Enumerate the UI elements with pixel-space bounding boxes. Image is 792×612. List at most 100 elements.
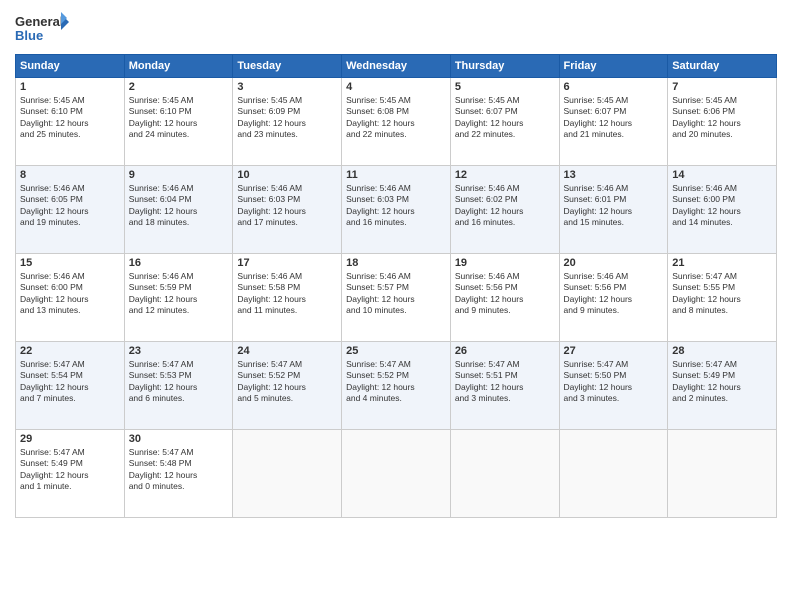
calendar-day-cell: 30 Sunrise: 5:47 AM Sunset: 5:48 PM Dayli… [124,430,233,518]
day-number: 14 [672,169,772,181]
day-info: Sunrise: 5:47 AM Sunset: 5:54 PM Dayligh… [20,359,120,405]
calendar-day-cell: 3Sunrise: 5:45 AM Sunset: 6:09 PM Daylig… [233,78,342,166]
weekday-header-row: Sunday Monday Tuesday Wednesday Thursday… [16,55,777,78]
header-monday: Monday [124,55,233,78]
day-info: Sunrise: 5:47 AM Sunset: 5:48 PM Dayligh… [129,447,229,493]
day-number: 24 [237,345,337,357]
day-number: 9 [129,169,229,181]
day-info: Sunrise: 5:47 AM Sunset: 5:51 PM Dayligh… [455,359,555,405]
day-info: Sunrise: 5:46 AM Sunset: 6:00 PM Dayligh… [20,271,120,317]
page-container: General Blue Sunday Monday Tuesday Wedne… [0,0,792,612]
page-header: General Blue [15,10,777,46]
day-number: 12 [455,169,555,181]
calendar-day-cell: 20Sunrise: 5:46 AM Sunset: 5:56 PM Dayli… [559,254,668,342]
header-thursday: Thursday [450,55,559,78]
day-number: 7 [672,81,772,93]
calendar-day-cell: 11Sunrise: 5:46 AM Sunset: 6:03 PM Dayli… [342,166,451,254]
calendar-day-cell: 17 Sunrise: 5:46 AM Sunset: 5:58 PM Dayli… [233,254,342,342]
calendar-table: Sunday Monday Tuesday Wednesday Thursday… [15,54,777,518]
calendar-day-cell [450,430,559,518]
calendar-day-cell: 21 Sunrise: 5:47 AM Sunset: 5:55 PM Dayli… [668,254,777,342]
day-number: 1 [20,81,120,93]
header-saturday: Saturday [668,55,777,78]
day-number: 2 [129,81,229,93]
calendar-day-cell: 14 Sunrise: 5:46 AM Sunset: 6:00 PM Dayli… [668,166,777,254]
header-wednesday: Wednesday [342,55,451,78]
day-info: Sunrise: 5:46 AM Sunset: 5:58 PM Dayligh… [237,271,337,317]
day-info: Sunrise: 5:45 AM Sunset: 6:08 PM Dayligh… [346,95,446,141]
day-number: 18 [346,257,446,269]
day-info: Sunrise: 5:46 AM Sunset: 5:56 PM Dayligh… [455,271,555,317]
calendar-day-cell: 9 Sunrise: 5:46 AM Sunset: 6:04 PM Daylig… [124,166,233,254]
calendar-day-cell: 13Sunrise: 5:46 AM Sunset: 6:01 PM Dayli… [559,166,668,254]
day-info: Sunrise: 5:47 AM Sunset: 5:50 PM Dayligh… [564,359,664,405]
calendar-day-cell: 24 Sunrise: 5:47 AM Sunset: 5:52 PM Dayli… [233,342,342,430]
day-number: 19 [455,257,555,269]
day-info: Sunrise: 5:47 AM Sunset: 5:49 PM Dayligh… [672,359,772,405]
day-number: 21 [672,257,772,269]
day-number: 15 [20,257,120,269]
calendar-week-row: 22 Sunrise: 5:47 AM Sunset: 5:54 PM Dayli… [16,342,777,430]
day-info: Sunrise: 5:46 AM Sunset: 6:00 PM Dayligh… [672,183,772,229]
svg-text:Blue: Blue [15,28,43,43]
calendar-day-cell: 4 Sunrise: 5:45 AM Sunset: 6:08 PM Daylig… [342,78,451,166]
calendar-week-row: 8 Sunrise: 5:46 AM Sunset: 6:05 PM Daylig… [16,166,777,254]
calendar-day-cell: 8 Sunrise: 5:46 AM Sunset: 6:05 PM Daylig… [16,166,125,254]
day-info: Sunrise: 5:46 AM Sunset: 6:02 PM Dayligh… [455,183,555,229]
day-number: 10 [237,169,337,181]
day-number: 26 [455,345,555,357]
day-number: 6 [564,81,664,93]
day-info: Sunrise: 5:46 AM Sunset: 6:05 PM Dayligh… [20,183,120,229]
day-info: Sunrise: 5:47 AM Sunset: 5:55 PM Dayligh… [672,271,772,317]
day-info: Sunrise: 5:45 AM Sunset: 6:06 PM Dayligh… [672,95,772,141]
svg-text:General: General [15,14,63,29]
calendar-day-cell: 25Sunrise: 5:47 AM Sunset: 5:52 PM Dayli… [342,342,451,430]
day-number: 16 [129,257,229,269]
day-number: 28 [672,345,772,357]
calendar-day-cell [342,430,451,518]
day-info: Sunrise: 5:46 AM Sunset: 5:59 PM Dayligh… [129,271,229,317]
day-info: Sunrise: 5:46 AM Sunset: 6:03 PM Dayligh… [237,183,337,229]
day-info: Sunrise: 5:46 AM Sunset: 5:57 PM Dayligh… [346,271,446,317]
day-info: Sunrise: 5:47 AM Sunset: 5:49 PM Dayligh… [20,447,120,493]
day-number: 5 [455,81,555,93]
day-info: Sunrise: 5:45 AM Sunset: 6:07 PM Dayligh… [455,95,555,141]
day-info: Sunrise: 5:47 AM Sunset: 5:53 PM Dayligh… [129,359,229,405]
calendar-day-cell: 12 Sunrise: 5:46 AM Sunset: 6:02 PM Dayli… [450,166,559,254]
day-number: 17 [237,257,337,269]
day-info: Sunrise: 5:47 AM Sunset: 5:52 PM Dayligh… [237,359,337,405]
calendar-day-cell: 28 Sunrise: 5:47 AM Sunset: 5:49 PM Dayli… [668,342,777,430]
calendar-day-cell: 7 Sunrise: 5:45 AM Sunset: 6:06 PM Daylig… [668,78,777,166]
day-number: 22 [20,345,120,357]
calendar-day-cell: 16 Sunrise: 5:46 AM Sunset: 5:59 PM Dayli… [124,254,233,342]
calendar-day-cell: 15 Sunrise: 5:46 AM Sunset: 6:00 PM Dayli… [16,254,125,342]
calendar-week-row: 1 Sunrise: 5:45 AM Sunset: 6:10 PM Daylig… [16,78,777,166]
calendar-day-cell: 6 Sunrise: 5:45 AM Sunset: 6:07 PM Daylig… [559,78,668,166]
calendar-day-cell: 23 Sunrise: 5:47 AM Sunset: 5:53 PM Dayli… [124,342,233,430]
calendar-day-cell: 1Sunrise: 5:45 AM Sunset: 6:10 PM Daylig… [16,78,125,166]
calendar-week-row: 15 Sunrise: 5:46 AM Sunset: 6:00 PM Dayli… [16,254,777,342]
day-number: 25 [346,345,446,357]
day-number: 4 [346,81,446,93]
calendar-day-cell [559,430,668,518]
day-info: Sunrise: 5:46 AM Sunset: 6:04 PM Dayligh… [129,183,229,229]
day-number: 13 [564,169,664,181]
calendar-day-cell: 2 Sunrise: 5:45 AM Sunset: 6:10 PM Daylig… [124,78,233,166]
calendar-day-cell: 27 Sunrise: 5:47 AM Sunset: 5:50 PM Dayli… [559,342,668,430]
day-number: 29 [20,433,120,445]
logo-svg: General Blue [15,10,70,46]
day-info: Sunrise: 5:45 AM Sunset: 6:10 PM Dayligh… [129,95,229,141]
logo: General Blue [15,10,70,46]
day-number: 27 [564,345,664,357]
day-number: 30 [129,433,229,445]
calendar-day-cell [668,430,777,518]
calendar-day-cell: 18 Sunrise: 5:46 AM Sunset: 5:57 PM Dayli… [342,254,451,342]
day-number: 11 [346,169,446,181]
day-number: 8 [20,169,120,181]
header-friday: Friday [559,55,668,78]
day-info: Sunrise: 5:45 AM Sunset: 6:09 PM Dayligh… [237,95,337,141]
calendar-day-cell: 19 Sunrise: 5:46 AM Sunset: 5:56 PM Dayli… [450,254,559,342]
day-number: 23 [129,345,229,357]
day-number: 20 [564,257,664,269]
day-info: Sunrise: 5:45 AM Sunset: 6:07 PM Dayligh… [564,95,664,141]
